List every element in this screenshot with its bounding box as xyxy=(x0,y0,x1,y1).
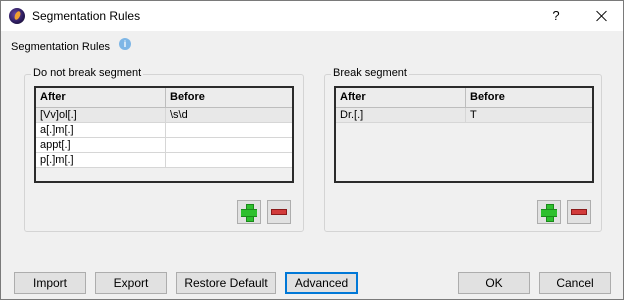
help-button[interactable]: ? xyxy=(545,5,567,27)
restore-default-button[interactable]: Restore Default xyxy=(176,272,276,294)
do-not-break-table[interactable]: After Before [Vv]ol[.] \s\d a[.]m[.] app… xyxy=(34,86,294,183)
plus-icon xyxy=(541,204,557,222)
info-icon[interactable]: i xyxy=(119,38,131,50)
column-header-after[interactable]: After xyxy=(336,88,466,107)
remove-rule-button[interactable] xyxy=(267,200,291,224)
cell-before[interactable] xyxy=(166,123,292,137)
title-bar: Segmentation Rules ? xyxy=(1,1,623,31)
table-row[interactable]: [Vv]ol[.] \s\d xyxy=(36,108,292,123)
cell-after[interactable]: Dr.[.] xyxy=(336,108,466,122)
table-row[interactable]: Dr.[.] T xyxy=(336,108,592,123)
section-heading: Segmentation Rules xyxy=(11,41,111,53)
app-logo-icon xyxy=(9,8,25,24)
cell-after[interactable]: a[.]m[.] xyxy=(36,123,166,137)
export-button[interactable]: Export xyxy=(95,272,167,294)
column-header-after[interactable]: After xyxy=(36,88,166,107)
ok-button[interactable]: OK xyxy=(458,272,530,294)
cell-after[interactable]: [Vv]ol[.] xyxy=(36,108,166,122)
column-header-before[interactable]: Before xyxy=(466,88,592,107)
advanced-button[interactable]: Advanced xyxy=(285,272,358,294)
column-header-before[interactable]: Before xyxy=(166,88,292,107)
add-break-rule-button[interactable] xyxy=(537,200,561,224)
add-rule-button[interactable] xyxy=(237,200,261,224)
table-header: After Before xyxy=(336,88,592,108)
table-row[interactable]: appt[.] xyxy=(36,138,292,153)
cell-before[interactable] xyxy=(166,153,292,167)
import-button[interactable]: Import xyxy=(14,272,86,294)
cell-before[interactable] xyxy=(166,138,292,152)
table-row[interactable]: p[.]m[.] xyxy=(36,153,292,168)
break-label: Break segment xyxy=(331,67,409,79)
cell-after[interactable]: appt[.] xyxy=(36,138,166,152)
window-title: Segmentation Rules xyxy=(32,9,141,23)
plus-icon xyxy=(241,204,257,222)
minus-icon xyxy=(271,209,287,215)
cell-before[interactable]: T xyxy=(466,108,592,122)
table-row[interactable]: a[.]m[.] xyxy=(36,123,292,138)
cancel-button[interactable]: Cancel xyxy=(539,272,611,294)
do-not-break-label: Do not break segment xyxy=(31,67,144,79)
close-icon[interactable] xyxy=(591,5,613,27)
minus-icon xyxy=(571,209,587,215)
cell-before[interactable]: \s\d xyxy=(166,108,292,122)
segmentation-rules-dialog: Segmentation Rules ? Segmentation Rules … xyxy=(0,0,624,300)
break-table[interactable]: After Before Dr.[.] T xyxy=(334,86,594,183)
remove-break-rule-button[interactable] xyxy=(567,200,591,224)
table-header: After Before xyxy=(36,88,292,108)
cell-after[interactable]: p[.]m[.] xyxy=(36,153,166,167)
